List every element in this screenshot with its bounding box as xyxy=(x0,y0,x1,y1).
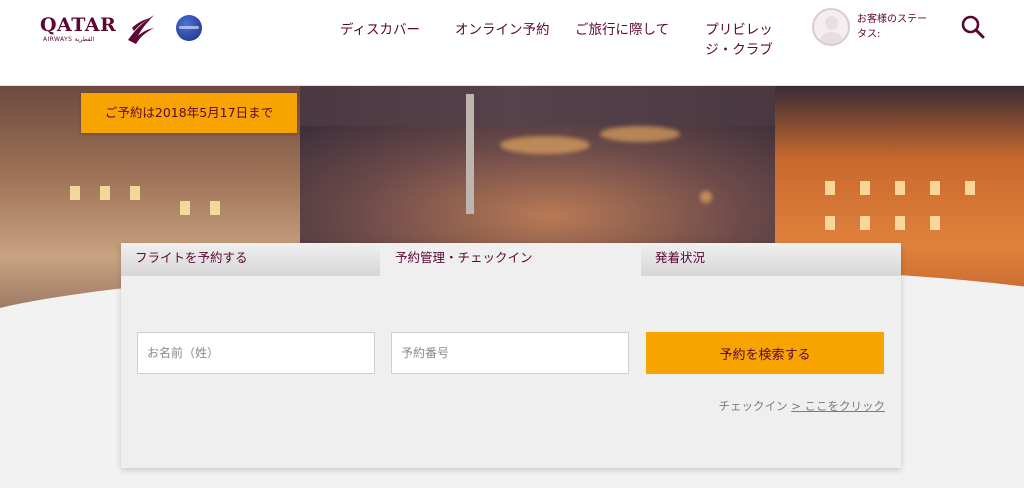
oneworld-logo xyxy=(176,15,202,41)
site-header: QATAR AIRWAYS القطرية ディスカバー オンライン予約 ご旅行… xyxy=(0,0,1024,86)
member-status-text[interactable]: お客様のステータス: xyxy=(857,12,929,42)
promo-banner[interactable]: ご予約は2018年5月17日まで xyxy=(81,93,297,133)
hero-window xyxy=(930,181,940,195)
qatar-airways-logo[interactable]: QATAR AIRWAYS القطرية xyxy=(40,12,158,48)
search-icon-glyph xyxy=(961,15,985,39)
nav-privilege-club[interactable]: プリビレッジ・クラブ xyxy=(694,20,784,60)
hero-window xyxy=(860,181,870,195)
avatar-head xyxy=(825,16,838,30)
hero-window xyxy=(100,186,110,200)
last-name-field[interactable] xyxy=(137,332,375,374)
hero-light xyxy=(500,136,590,154)
hero-light xyxy=(700,191,712,203)
avatar-body xyxy=(819,32,844,44)
booking-panel: フライトを予約する 予約管理・チェックイン 発着状況 予約を検索する チェックイ… xyxy=(121,243,901,468)
hero-window xyxy=(860,216,870,230)
search-icon[interactable] xyxy=(960,14,986,40)
tab-manage-checkin[interactable]: 予約管理・チェックイン xyxy=(381,243,640,276)
hero-window xyxy=(70,186,80,200)
hero-window xyxy=(965,181,975,195)
hero-window xyxy=(210,201,220,215)
hero-column xyxy=(466,94,474,214)
oryx-icon xyxy=(128,15,154,44)
booking-reference-field[interactable] xyxy=(391,332,629,374)
hero-window xyxy=(895,181,905,195)
nav-online-booking[interactable]: オンライン予約 xyxy=(455,20,550,40)
avatar[interactable] xyxy=(812,8,850,46)
checkin-link[interactable]: > ここをクリック xyxy=(791,399,885,413)
logo-subtitle: AIRWAYS القطرية xyxy=(43,36,95,43)
nav-discover[interactable]: ディスカバー xyxy=(340,20,420,40)
hero-window xyxy=(895,216,905,230)
hero-window xyxy=(180,201,190,215)
hero-window xyxy=(825,181,835,195)
hero-window xyxy=(130,186,140,200)
checkin-row: チェックイン > ここをクリック xyxy=(719,398,885,414)
logo-wordmark: QATAR xyxy=(40,14,117,36)
checkin-label: チェックイン xyxy=(718,399,788,413)
hero-light xyxy=(600,126,680,142)
tab-flight-status[interactable]: 発着状況 xyxy=(641,243,901,276)
nav-travel-info[interactable]: ご旅行に際して xyxy=(575,20,669,40)
hero-window xyxy=(930,216,940,230)
hero-window xyxy=(825,216,835,230)
tab-book-flight[interactable]: フライトを予約する xyxy=(121,243,380,276)
search-booking-button[interactable]: 予約を検索する xyxy=(646,332,884,374)
